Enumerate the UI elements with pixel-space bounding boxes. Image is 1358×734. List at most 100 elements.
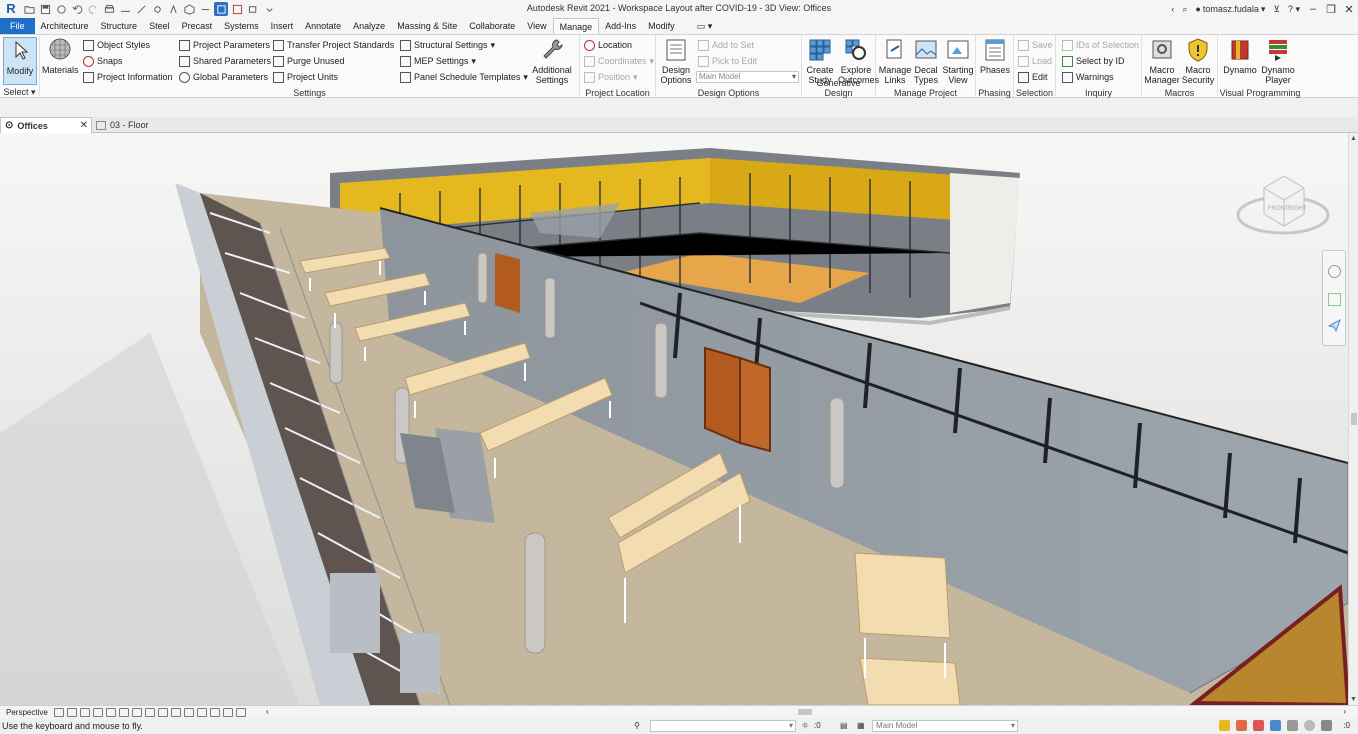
fly-icon[interactable] bbox=[1327, 318, 1341, 333]
revit-logo-icon[interactable]: R bbox=[3, 1, 19, 17]
temporary-view-properties-icon[interactable] bbox=[183, 707, 194, 717]
reveal-constraints-icon[interactable] bbox=[235, 707, 246, 717]
position-button[interactable]: Position ▾ bbox=[584, 70, 638, 84]
phases-button[interactable]: Phases bbox=[977, 37, 1013, 75]
measure-icon[interactable] bbox=[118, 2, 132, 16]
project-information-button[interactable]: Project Information bbox=[83, 70, 173, 84]
drag-elements-icon[interactable] bbox=[1287, 720, 1298, 731]
additional-settings-button[interactable]: Additional Settings bbox=[530, 37, 574, 85]
select-pinned-icon[interactable] bbox=[1253, 720, 1264, 731]
analytical-model-icon[interactable] bbox=[209, 707, 220, 717]
tab-insert[interactable]: Insert bbox=[265, 18, 300, 34]
select-panel-label[interactable]: Select ▾ bbox=[0, 87, 39, 98]
tab-systems[interactable]: Systems bbox=[218, 18, 265, 34]
select-by-face-icon[interactable] bbox=[1270, 720, 1281, 731]
scroll-right-icon[interactable]: › bbox=[1343, 707, 1346, 716]
design-options-button[interactable]: Design Options bbox=[658, 37, 694, 85]
restore-button[interactable]: ❐ bbox=[1322, 0, 1340, 18]
tab-modify[interactable]: Modify bbox=[642, 18, 681, 34]
pick-to-edit-button[interactable]: Pick to Edit bbox=[698, 54, 757, 68]
dynamo-button[interactable]: Dynamo bbox=[1222, 37, 1258, 75]
view-tab-offices[interactable]: ⊙ Offices ✕ bbox=[0, 117, 92, 133]
object-styles-button[interactable]: Object Styles bbox=[83, 38, 150, 52]
3d-viewport[interactable] bbox=[0, 133, 1348, 705]
customize-qat-icon[interactable] bbox=[262, 2, 276, 16]
zoom-icon[interactable] bbox=[1328, 293, 1341, 306]
active-design-option-select[interactable]: Main Model bbox=[872, 720, 1018, 732]
viewcube[interactable]: FRONT RIGHT bbox=[1236, 170, 1330, 242]
filter-icon[interactable] bbox=[1321, 720, 1332, 731]
edit-selection-button[interactable]: Edit bbox=[1018, 70, 1048, 84]
panel-schedule-templates-button[interactable]: Panel Schedule Templates ▾ bbox=[400, 70, 528, 84]
global-parameters-button[interactable]: Global Parameters bbox=[179, 70, 268, 84]
vertical-scrollbar[interactable]: ▲ ▼ bbox=[1348, 133, 1358, 705]
tab-manage[interactable]: Manage bbox=[552, 18, 600, 34]
dimension-icon[interactable] bbox=[134, 2, 148, 16]
scroll-left-icon[interactable]: ‹ bbox=[266, 707, 269, 716]
location-button[interactable]: Location bbox=[584, 38, 632, 52]
select-underlay-icon[interactable] bbox=[1236, 720, 1247, 731]
save-selection-button[interactable]: Save bbox=[1018, 38, 1053, 52]
close-tab-icon[interactable]: ✕ bbox=[80, 118, 88, 134]
worksharing-display-icon[interactable] bbox=[196, 707, 207, 717]
modify-button[interactable]: Modify bbox=[3, 37, 37, 85]
horizontal-scrollbar[interactable]: ‹ › bbox=[266, 707, 1346, 717]
design-option-icon[interactable]: ▤ bbox=[840, 721, 848, 730]
tab-collaborate[interactable]: Collaborate bbox=[463, 18, 521, 34]
project-units-button[interactable]: Project Units bbox=[273, 70, 338, 84]
scroll-down-icon[interactable]: ▼ bbox=[1350, 696, 1357, 703]
text-icon[interactable] bbox=[166, 2, 180, 16]
reveal-hidden-icon[interactable] bbox=[170, 707, 181, 717]
tab-analyze[interactable]: Analyze bbox=[347, 18, 391, 34]
select-links-icon[interactable] bbox=[1219, 720, 1230, 731]
print-icon[interactable] bbox=[102, 2, 116, 16]
show-crop-icon[interactable] bbox=[131, 707, 142, 717]
tag-icon[interactable] bbox=[150, 2, 164, 16]
highlight-displacement-icon[interactable] bbox=[222, 707, 233, 717]
project-parameters-button[interactable]: Project Parameters bbox=[179, 38, 270, 52]
crop-view-icon[interactable] bbox=[118, 707, 129, 717]
tab-annotate[interactable]: Annotate bbox=[299, 18, 347, 34]
detail-level-icon[interactable] bbox=[53, 707, 64, 717]
macro-security-button[interactable]: Macro Security bbox=[1180, 37, 1216, 85]
redo-icon[interactable] bbox=[86, 2, 100, 16]
shared-parameters-button[interactable]: Shared Parameters bbox=[179, 54, 271, 68]
unlocked-view-icon[interactable] bbox=[144, 707, 155, 717]
binoculars-icon[interactable]: ⌕ bbox=[1182, 4, 1187, 15]
transfer-project-standards-button[interactable]: Transfer Project Standards bbox=[273, 38, 394, 52]
tab-add-ins[interactable]: Add-Ins bbox=[599, 18, 642, 34]
user-account[interactable]: ● tomasz.fudala ▾ bbox=[1195, 4, 1265, 15]
select-by-id-button[interactable]: Select by ID bbox=[1062, 54, 1125, 68]
cart-icon[interactable]: ⊻ bbox=[1273, 4, 1280, 15]
minimize-button[interactable]: – bbox=[1304, 0, 1322, 18]
question-icon[interactable]: ? ▾ bbox=[1288, 4, 1300, 15]
starting-view-button[interactable]: Starting View bbox=[940, 37, 976, 85]
undo-icon[interactable] bbox=[70, 2, 84, 16]
scroll-up-icon[interactable]: ▲ bbox=[1350, 135, 1357, 142]
decal-types-button[interactable]: Decal Types bbox=[910, 37, 942, 85]
scroll-thumb[interactable] bbox=[1351, 413, 1357, 425]
visual-style-icon[interactable] bbox=[66, 707, 77, 717]
load-selection-button[interactable]: Load bbox=[1018, 54, 1052, 68]
ids-of-selection-button[interactable]: IDs of Selection bbox=[1062, 38, 1139, 52]
structural-settings-button[interactable]: Structural Settings ▾ bbox=[400, 38, 495, 52]
dynamo-player-button[interactable]: Dynamo Player bbox=[1260, 37, 1296, 85]
temporary-hide-icon[interactable] bbox=[157, 707, 168, 717]
open-icon[interactable] bbox=[22, 2, 36, 16]
workset-select[interactable] bbox=[650, 720, 796, 732]
tab-precast[interactable]: Precast bbox=[176, 18, 219, 34]
snaps-button[interactable]: Snaps bbox=[83, 54, 123, 68]
thin-lines-icon[interactable] bbox=[214, 2, 228, 16]
tab-steel[interactable]: Steel bbox=[143, 18, 176, 34]
3d-view-icon[interactable] bbox=[182, 2, 196, 16]
sun-path-icon[interactable] bbox=[79, 707, 90, 717]
panel-toggle-icon[interactable]: ▭ ▾ bbox=[697, 18, 713, 34]
sync-icon[interactable] bbox=[54, 2, 68, 16]
section-icon[interactable] bbox=[198, 2, 212, 16]
close-window-button[interactable]: ✕ bbox=[1340, 0, 1358, 18]
search-icon[interactable]: ‹ bbox=[1171, 4, 1174, 14]
tab-file[interactable]: File bbox=[0, 18, 35, 34]
workset-icon[interactable]: ⚲ bbox=[634, 721, 640, 730]
switch-windows-icon[interactable] bbox=[246, 2, 260, 16]
coordinates-button[interactable]: Coordinates ▾ bbox=[584, 54, 654, 68]
